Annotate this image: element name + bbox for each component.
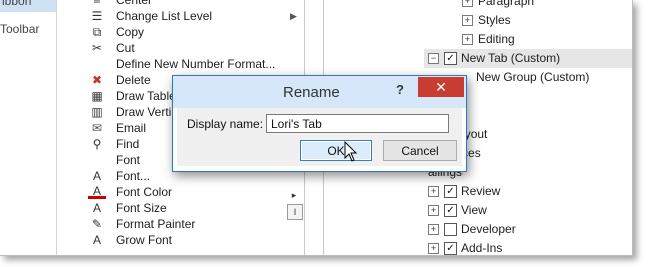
expand-icon[interactable]: + (428, 243, 439, 255)
rename-dialog: Rename ? ✕ Display name: OK Cancel (172, 75, 467, 172)
command-label: Center (116, 0, 153, 7)
command-item[interactable]: A Font Size (84, 200, 304, 216)
grow-font-icon: A (92, 233, 101, 247)
font-size-picker-icon[interactable]: I (287, 204, 303, 220)
options-categories-panel: ibbon Toolbar (0, 0, 57, 255)
dialog-titlebar: Rename ? ✕ (173, 76, 466, 108)
expand-icon[interactable]: + (428, 205, 439, 217)
tree-node-label: Add-Ins (461, 241, 503, 255)
expand-icon[interactable]: + (462, 34, 473, 46)
ok-button[interactable]: OK (300, 140, 372, 161)
command-item[interactable]: ✎ Format Painter (84, 216, 304, 232)
tree-node-label: Paragraph (478, 0, 535, 8)
add-arrow-icon[interactable]: ▸ (287, 188, 301, 202)
command-label: Delete (116, 73, 151, 87)
command-label: Change List Level (116, 9, 213, 23)
tree-node-label: Styles (478, 13, 511, 27)
tab-checkbox[interactable]: ✓ (444, 52, 457, 66)
tree-node[interactable]: + Editing (424, 30, 632, 49)
dialog-body: Display name: OK Cancel (177, 108, 462, 166)
command-label: Font (116, 153, 141, 167)
tree-node[interactable]: + Paragraph (424, 0, 632, 11)
center-align-icon: ≡ (93, 0, 101, 7)
tree-node[interactable]: + ✓ Add-Ins (424, 239, 632, 255)
draw-table-icon: ▦ (91, 89, 103, 103)
copy-icon: ⧉ (92, 25, 102, 39)
tree-node-label: Review (461, 184, 501, 198)
draw-vertical-textbox-icon: ▥ (91, 105, 103, 119)
expand-icon[interactable]: + (428, 224, 439, 236)
tree-node[interactable]: + ✓ Review (424, 182, 632, 201)
command-item[interactable]: A Grow Font (84, 232, 304, 248)
category-quick-access-toolbar-label[interactable]: Toolbar (0, 22, 39, 36)
tree-node[interactable]: + Developer (424, 220, 632, 239)
font-icon: A (92, 169, 101, 183)
collapse-icon[interactable]: − (428, 53, 439, 65)
command-label: Grow Font (116, 233, 173, 247)
binoculars-icon: ⚲ (92, 137, 102, 151)
tab-checkbox[interactable]: ✓ (444, 204, 457, 218)
command-label: Draw Vertic (116, 105, 178, 119)
tree-node-label: Editing (478, 32, 515, 46)
scissors-icon: ✂ (91, 41, 103, 55)
command-item[interactable]: ✂ Cut (84, 40, 304, 56)
command-label: Format Painter (116, 217, 196, 231)
tree-node-label: New Group (Custom) (476, 70, 590, 84)
delete-icon: ✖ (91, 73, 103, 87)
expand-icon[interactable]: + (428, 186, 439, 198)
close-button[interactable]: ✕ (418, 77, 464, 97)
command-label: Font Size (116, 201, 167, 215)
display-name-label: Display name: (187, 117, 264, 131)
tree-node[interactable]: + ✓ View (424, 201, 632, 220)
tab-checkbox[interactable]: ✓ (444, 185, 457, 199)
command-label: Font Color (116, 185, 173, 199)
format-painter-icon: ✎ (91, 217, 103, 231)
tree-node[interactable]: − ✓ New Tab (Custom) (424, 49, 632, 68)
expand-icon[interactable]: + (462, 15, 473, 27)
category-customize-ribbon-label[interactable]: ibbon (2, 0, 31, 8)
mouse-pointer-icon (344, 141, 358, 162)
cancel-button[interactable]: Cancel (383, 140, 457, 161)
command-label: Copy (116, 25, 145, 39)
command-item[interactable]: Define New Number Format... (84, 56, 304, 72)
command-item[interactable]: ☰ Change List Level ▶ (84, 8, 304, 24)
tree-node-label: Developer (461, 222, 516, 236)
font-color-icon: A (88, 184, 106, 199)
font-size-icon: A (92, 201, 101, 215)
tab-checkbox[interactable]: ✓ (444, 242, 457, 255)
submenu-arrow-icon: ▶ (290, 11, 297, 21)
command-label: Font... (116, 169, 151, 183)
command-item[interactable]: A Font Color (84, 184, 304, 200)
command-label: Define New Number Format... (116, 57, 276, 71)
list-level-icon: ☰ (91, 9, 103, 23)
email-icon: ✉ (91, 121, 103, 135)
tab-checkbox[interactable] (444, 223, 457, 237)
command-item[interactable]: ≡ Center (84, 0, 304, 8)
expand-icon[interactable]: + (462, 0, 473, 8)
tree-node-label: New Tab (Custom) (461, 51, 561, 65)
display-name-input[interactable] (266, 114, 449, 133)
help-icon[interactable]: ? (396, 82, 404, 97)
command-item[interactable]: ⧉ Copy (84, 24, 304, 40)
tree-node[interactable]: + Styles (424, 11, 632, 30)
tree-node-label: View (461, 203, 487, 217)
command-label: Find (116, 137, 140, 151)
command-label: Draw Table (116, 89, 176, 103)
command-label: Cut (116, 41, 135, 55)
command-label: Email (116, 121, 147, 135)
dialog-title: Rename (283, 84, 340, 101)
